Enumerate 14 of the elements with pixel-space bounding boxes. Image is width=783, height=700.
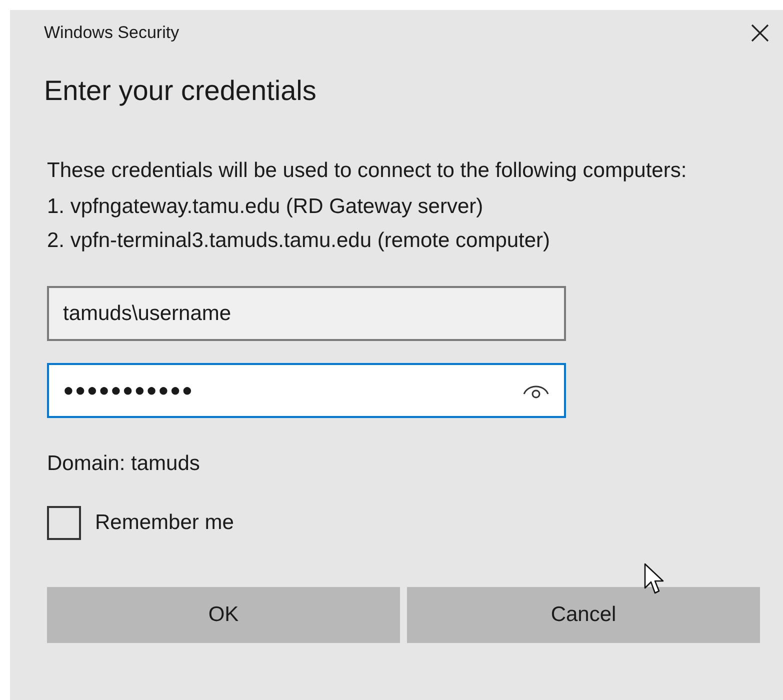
remember-label[interactable]: Remember me bbox=[95, 506, 234, 538]
computer-line: 2. vpfn-terminal3.tamuds.tamu.edu (remote computer) bbox=[47, 228, 552, 254]
dialog-button[interactable]: Cancel bbox=[407, 586, 760, 642]
window-title: Windows Security bbox=[44, 22, 180, 44]
computer-line: 1. vpfngateway.tamu.edu (RD Gateway server) bbox=[47, 194, 484, 220]
password-field[interactable]: ●●●●●●●●●●● bbox=[47, 363, 566, 418]
close-icon bbox=[751, 24, 769, 42]
dialog-button[interactable]: OK bbox=[47, 586, 400, 642]
username-field[interactable]: tamuds\username bbox=[47, 286, 566, 341]
dialog-heading: Enter your credentials bbox=[44, 75, 316, 106]
password-dots: ●●●●●●●●●●● bbox=[63, 379, 194, 402]
message-text: These credentials will be used to connect to the following computers: bbox=[47, 158, 688, 184]
remember-checkbox[interactable] bbox=[47, 506, 81, 540]
domain-label: Domain: tamuds bbox=[47, 452, 200, 475]
